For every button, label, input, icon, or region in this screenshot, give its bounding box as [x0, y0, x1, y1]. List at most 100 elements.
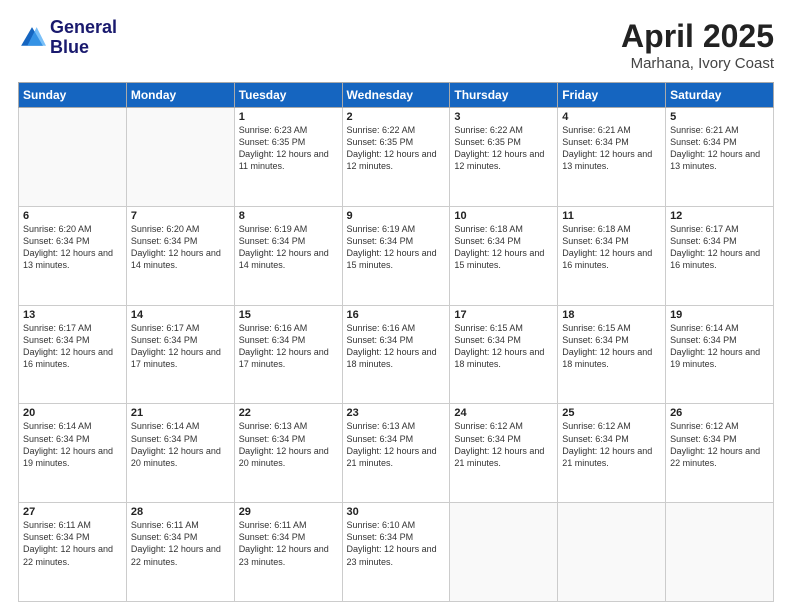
day-number: 11: [562, 210, 661, 222]
calendar-cell: 8Sunrise: 6:19 AM Sunset: 6:34 PM Daylig…: [234, 206, 342, 305]
calendar-cell: 20Sunrise: 6:14 AM Sunset: 6:34 PM Dayli…: [19, 404, 127, 503]
day-number: 24: [454, 407, 553, 419]
day-info: Sunrise: 6:14 AM Sunset: 6:34 PM Dayligh…: [670, 322, 769, 371]
page: General Blue April 2025 Marhana, Ivory C…: [0, 0, 792, 612]
calendar-cell: 13Sunrise: 6:17 AM Sunset: 6:34 PM Dayli…: [19, 305, 127, 404]
day-number: 19: [670, 309, 769, 321]
day-info: Sunrise: 6:16 AM Sunset: 6:34 PM Dayligh…: [239, 322, 338, 371]
calendar-cell: 5Sunrise: 6:21 AM Sunset: 6:34 PM Daylig…: [666, 108, 774, 207]
day-number: 10: [454, 210, 553, 222]
day-number: 23: [347, 407, 446, 419]
day-info: Sunrise: 6:17 AM Sunset: 6:34 PM Dayligh…: [670, 223, 769, 272]
day-info: Sunrise: 6:15 AM Sunset: 6:34 PM Dayligh…: [454, 322, 553, 371]
calendar-cell: 3Sunrise: 6:22 AM Sunset: 6:35 PM Daylig…: [450, 108, 558, 207]
day-info: Sunrise: 6:18 AM Sunset: 6:34 PM Dayligh…: [454, 223, 553, 272]
calendar-cell: [666, 503, 774, 602]
day-number: 6: [23, 210, 122, 222]
calendar-week-row: 20Sunrise: 6:14 AM Sunset: 6:34 PM Dayli…: [19, 404, 774, 503]
day-info: Sunrise: 6:13 AM Sunset: 6:34 PM Dayligh…: [239, 420, 338, 469]
day-info: Sunrise: 6:12 AM Sunset: 6:34 PM Dayligh…: [562, 420, 661, 469]
day-number: 18: [562, 309, 661, 321]
calendar-cell: 2Sunrise: 6:22 AM Sunset: 6:35 PM Daylig…: [342, 108, 450, 207]
day-number: 25: [562, 407, 661, 419]
header: General Blue April 2025 Marhana, Ivory C…: [18, 18, 774, 72]
day-info: Sunrise: 6:15 AM Sunset: 6:34 PM Dayligh…: [562, 322, 661, 371]
calendar-cell: 30Sunrise: 6:10 AM Sunset: 6:34 PM Dayli…: [342, 503, 450, 602]
day-info: Sunrise: 6:19 AM Sunset: 6:34 PM Dayligh…: [239, 223, 338, 272]
day-info: Sunrise: 6:21 AM Sunset: 6:34 PM Dayligh…: [562, 124, 661, 173]
weekday-header-row: SundayMondayTuesdayWednesdayThursdayFrid…: [19, 83, 774, 108]
calendar-cell: 4Sunrise: 6:21 AM Sunset: 6:34 PM Daylig…: [558, 108, 666, 207]
calendar-title: April 2025: [621, 18, 774, 55]
calendar-cell: 29Sunrise: 6:11 AM Sunset: 6:34 PM Dayli…: [234, 503, 342, 602]
day-number: 14: [131, 309, 230, 321]
day-info: Sunrise: 6:13 AM Sunset: 6:34 PM Dayligh…: [347, 420, 446, 469]
day-info: Sunrise: 6:12 AM Sunset: 6:34 PM Dayligh…: [670, 420, 769, 469]
calendar-cell: [558, 503, 666, 602]
calendar-cell: 14Sunrise: 6:17 AM Sunset: 6:34 PM Dayli…: [126, 305, 234, 404]
day-number: 12: [670, 210, 769, 222]
calendar-week-row: 1Sunrise: 6:23 AM Sunset: 6:35 PM Daylig…: [19, 108, 774, 207]
calendar-table: SundayMondayTuesdayWednesdayThursdayFrid…: [18, 82, 774, 602]
day-number: 3: [454, 111, 553, 123]
weekday-header-monday: Monday: [126, 83, 234, 108]
calendar-subtitle: Marhana, Ivory Coast: [621, 55, 774, 72]
calendar-cell: 21Sunrise: 6:14 AM Sunset: 6:34 PM Dayli…: [126, 404, 234, 503]
day-info: Sunrise: 6:14 AM Sunset: 6:34 PM Dayligh…: [23, 420, 122, 469]
logo: General Blue: [18, 18, 117, 58]
day-info: Sunrise: 6:11 AM Sunset: 6:34 PM Dayligh…: [131, 519, 230, 568]
calendar-cell: 1Sunrise: 6:23 AM Sunset: 6:35 PM Daylig…: [234, 108, 342, 207]
day-number: 2: [347, 111, 446, 123]
calendar-cell: 18Sunrise: 6:15 AM Sunset: 6:34 PM Dayli…: [558, 305, 666, 404]
calendar-cell: 15Sunrise: 6:16 AM Sunset: 6:34 PM Dayli…: [234, 305, 342, 404]
calendar-week-row: 27Sunrise: 6:11 AM Sunset: 6:34 PM Dayli…: [19, 503, 774, 602]
day-info: Sunrise: 6:14 AM Sunset: 6:34 PM Dayligh…: [131, 420, 230, 469]
day-info: Sunrise: 6:12 AM Sunset: 6:34 PM Dayligh…: [454, 420, 553, 469]
day-info: Sunrise: 6:11 AM Sunset: 6:34 PM Dayligh…: [23, 519, 122, 568]
day-number: 30: [347, 506, 446, 518]
weekday-header-tuesday: Tuesday: [234, 83, 342, 108]
day-number: 9: [347, 210, 446, 222]
calendar-cell: 7Sunrise: 6:20 AM Sunset: 6:34 PM Daylig…: [126, 206, 234, 305]
day-number: 26: [670, 407, 769, 419]
calendar-cell: 25Sunrise: 6:12 AM Sunset: 6:34 PM Dayli…: [558, 404, 666, 503]
logo-icon: [18, 24, 46, 52]
calendar-cell: 22Sunrise: 6:13 AM Sunset: 6:34 PM Dayli…: [234, 404, 342, 503]
calendar-cell: 17Sunrise: 6:15 AM Sunset: 6:34 PM Dayli…: [450, 305, 558, 404]
day-info: Sunrise: 6:22 AM Sunset: 6:35 PM Dayligh…: [454, 124, 553, 173]
day-number: 1: [239, 111, 338, 123]
day-info: Sunrise: 6:23 AM Sunset: 6:35 PM Dayligh…: [239, 124, 338, 173]
day-info: Sunrise: 6:20 AM Sunset: 6:34 PM Dayligh…: [131, 223, 230, 272]
day-info: Sunrise: 6:21 AM Sunset: 6:34 PM Dayligh…: [670, 124, 769, 173]
calendar-cell: [450, 503, 558, 602]
day-info: Sunrise: 6:19 AM Sunset: 6:34 PM Dayligh…: [347, 223, 446, 272]
day-number: 13: [23, 309, 122, 321]
logo-text: General Blue: [50, 18, 117, 58]
day-number: 20: [23, 407, 122, 419]
calendar-cell: [126, 108, 234, 207]
weekday-header-saturday: Saturday: [666, 83, 774, 108]
day-info: Sunrise: 6:16 AM Sunset: 6:34 PM Dayligh…: [347, 322, 446, 371]
day-info: Sunrise: 6:11 AM Sunset: 6:34 PM Dayligh…: [239, 519, 338, 568]
title-area: April 2025 Marhana, Ivory Coast: [621, 18, 774, 72]
day-number: 21: [131, 407, 230, 419]
day-number: 8: [239, 210, 338, 222]
day-number: 16: [347, 309, 446, 321]
day-number: 27: [23, 506, 122, 518]
calendar-cell: 23Sunrise: 6:13 AM Sunset: 6:34 PM Dayli…: [342, 404, 450, 503]
calendar-cell: 27Sunrise: 6:11 AM Sunset: 6:34 PM Dayli…: [19, 503, 127, 602]
day-number: 22: [239, 407, 338, 419]
day-info: Sunrise: 6:10 AM Sunset: 6:34 PM Dayligh…: [347, 519, 446, 568]
day-number: 15: [239, 309, 338, 321]
calendar-cell: 24Sunrise: 6:12 AM Sunset: 6:34 PM Dayli…: [450, 404, 558, 503]
calendar-cell: 9Sunrise: 6:19 AM Sunset: 6:34 PM Daylig…: [342, 206, 450, 305]
calendar-cell: 10Sunrise: 6:18 AM Sunset: 6:34 PM Dayli…: [450, 206, 558, 305]
day-number: 4: [562, 111, 661, 123]
calendar-cell: 26Sunrise: 6:12 AM Sunset: 6:34 PM Dayli…: [666, 404, 774, 503]
day-info: Sunrise: 6:17 AM Sunset: 6:34 PM Dayligh…: [23, 322, 122, 371]
day-number: 5: [670, 111, 769, 123]
calendar-cell: 16Sunrise: 6:16 AM Sunset: 6:34 PM Dayli…: [342, 305, 450, 404]
weekday-header-thursday: Thursday: [450, 83, 558, 108]
day-number: 28: [131, 506, 230, 518]
weekday-header-sunday: Sunday: [19, 83, 127, 108]
